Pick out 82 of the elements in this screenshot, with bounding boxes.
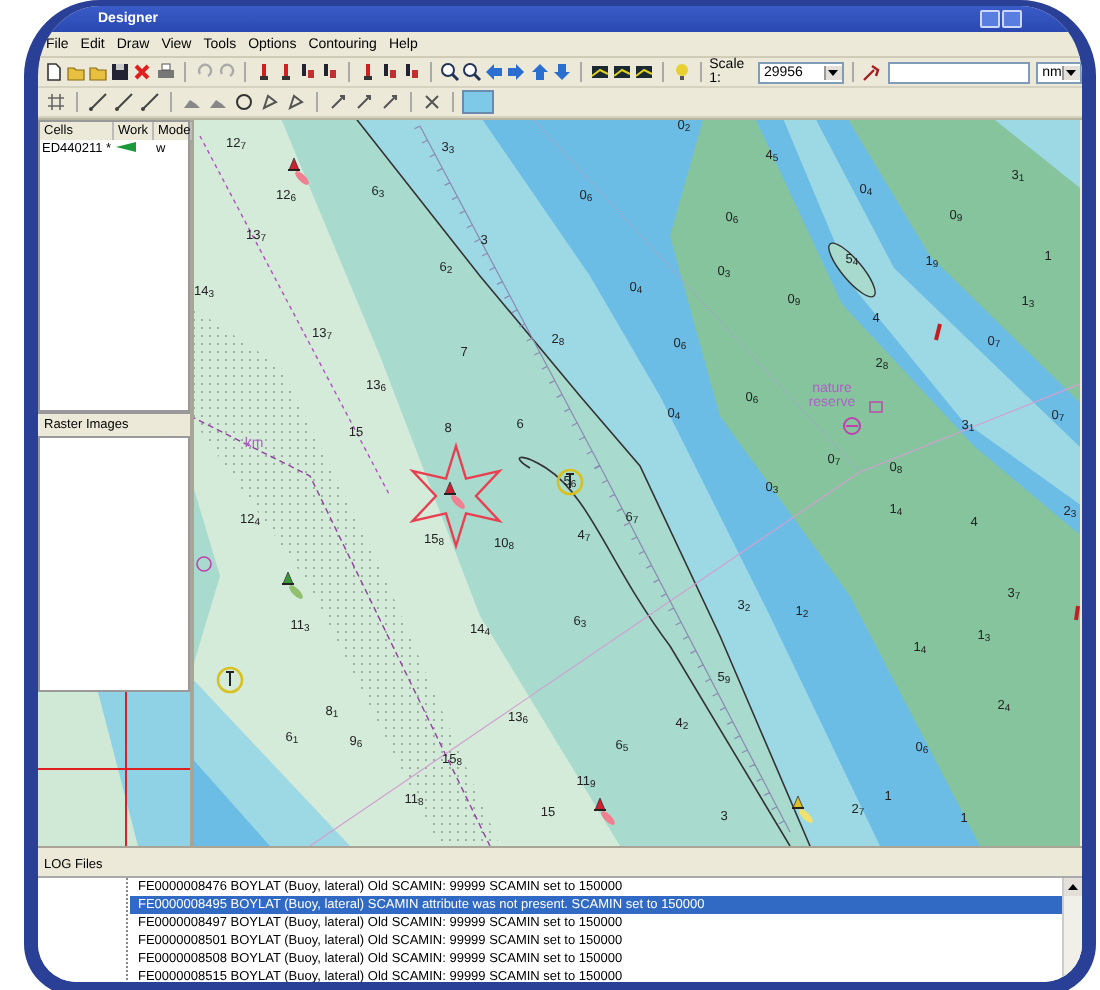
line-tool-button[interactable] bbox=[138, 90, 162, 114]
delete-icon bbox=[132, 62, 153, 82]
grid-button[interactable] bbox=[44, 90, 68, 114]
buoy-icon bbox=[281, 571, 303, 599]
pan-up-button[interactable] bbox=[528, 60, 550, 84]
pan-down-button[interactable] bbox=[551, 60, 572, 84]
move-tool-icon bbox=[380, 92, 400, 112]
scrollbar[interactable] bbox=[1062, 878, 1082, 982]
line-tool-icon bbox=[114, 92, 134, 112]
circle-tool-icon bbox=[234, 92, 254, 112]
layer-button[interactable] bbox=[589, 60, 610, 84]
nature-reserve-icon bbox=[869, 401, 883, 413]
buoy-tool-button[interactable] bbox=[319, 60, 340, 84]
navigate-icon bbox=[861, 62, 882, 82]
layer-icon bbox=[633, 62, 654, 82]
cut-tool-button[interactable] bbox=[420, 90, 444, 114]
pan-up-icon bbox=[529, 62, 549, 82]
pan-left-button[interactable] bbox=[484, 60, 505, 84]
beacon-icon bbox=[556, 468, 584, 496]
beacon-icon bbox=[934, 323, 942, 341]
save-icon bbox=[110, 62, 131, 82]
layer-button[interactable] bbox=[633, 60, 654, 84]
dropdown-arrow-icon bbox=[828, 69, 839, 75]
new-file-icon bbox=[44, 62, 65, 82]
line-tool-icon bbox=[88, 92, 108, 112]
layer-icon bbox=[611, 62, 632, 82]
buoy-tool-icon bbox=[319, 62, 340, 82]
pan-right-button[interactable] bbox=[506, 60, 527, 84]
new-file-button[interactable] bbox=[44, 60, 65, 84]
move-tool-icon bbox=[328, 92, 348, 112]
zoom-in-icon bbox=[440, 62, 461, 82]
move-tool-icon bbox=[354, 92, 374, 112]
cut-tool-icon bbox=[422, 92, 442, 112]
restricted-area-icon bbox=[843, 417, 861, 435]
print-icon bbox=[155, 62, 176, 82]
layer-icon bbox=[589, 62, 610, 82]
buoy-icon bbox=[791, 795, 813, 823]
delete-button[interactable] bbox=[132, 60, 154, 84]
pan-down-icon bbox=[551, 62, 572, 82]
pan-right-icon bbox=[506, 62, 527, 82]
circle-tool-button[interactable] bbox=[232, 90, 256, 114]
buoy-icon bbox=[287, 157, 309, 185]
buoy-tool-button[interactable] bbox=[297, 60, 318, 84]
zoom-out-icon bbox=[462, 62, 483, 82]
redo-icon bbox=[215, 62, 236, 82]
buoy-icon bbox=[593, 797, 615, 825]
open-folder-icon bbox=[88, 62, 109, 82]
beacon-icon bbox=[1074, 605, 1080, 621]
save-button[interactable] bbox=[110, 60, 131, 84]
line-tool-button[interactable] bbox=[86, 90, 110, 114]
zoom-in-button[interactable] bbox=[440, 60, 461, 84]
layer-button[interactable] bbox=[611, 60, 632, 84]
scroll-up-icon bbox=[1068, 884, 1078, 890]
move-tool-button[interactable] bbox=[378, 90, 402, 114]
buoy-tool-icon bbox=[380, 62, 400, 82]
minimize-button[interactable] bbox=[980, 10, 1000, 28]
grid-icon bbox=[46, 92, 66, 112]
buoy-tool-button[interactable] bbox=[379, 60, 401, 84]
bulb-icon bbox=[671, 62, 692, 82]
polygon-tool-button[interactable] bbox=[258, 90, 282, 114]
zoom-out-button[interactable] bbox=[462, 60, 483, 84]
print-button[interactable] bbox=[155, 60, 176, 84]
undo-icon bbox=[193, 62, 214, 82]
pan-left-icon bbox=[484, 62, 505, 82]
move-tool-button[interactable] bbox=[352, 90, 376, 114]
maximize-button[interactable] bbox=[1002, 10, 1022, 28]
beacon-icon bbox=[216, 666, 244, 694]
line-tool-button[interactable] bbox=[112, 90, 136, 114]
shoal-outline bbox=[828, 242, 876, 298]
move-tool-button[interactable] bbox=[326, 90, 350, 114]
dropdown-arrow-icon bbox=[1066, 69, 1077, 75]
buoy-tool-button[interactable] bbox=[402, 60, 423, 84]
anchorage-icon bbox=[196, 556, 212, 572]
polygon-tool-button[interactable] bbox=[284, 90, 308, 114]
bulb-button[interactable] bbox=[671, 60, 692, 84]
open-folder-icon bbox=[66, 62, 87, 82]
distance-field[interactable] bbox=[887, 61, 1031, 83]
buoy-tool-icon bbox=[297, 62, 318, 82]
line-tool-icon bbox=[140, 92, 160, 112]
buoy-icon bbox=[443, 481, 465, 509]
buoy-tool-icon bbox=[402, 62, 423, 82]
navigate-button[interactable] bbox=[861, 60, 882, 84]
